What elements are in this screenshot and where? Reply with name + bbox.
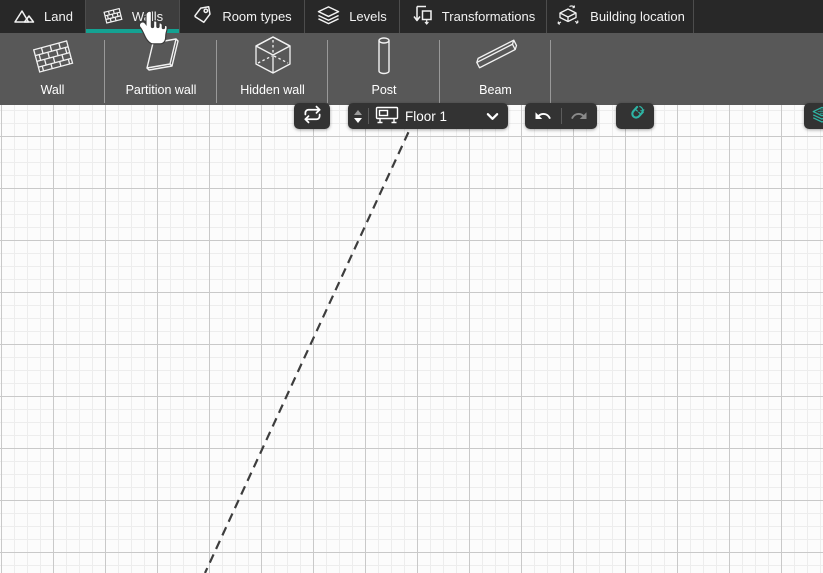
partition-wall-icon: [138, 35, 184, 77]
tab-walls[interactable]: Walls: [86, 0, 180, 33]
repeat-button[interactable]: [294, 103, 330, 129]
beam-icon: [472, 35, 520, 77]
dashed-guide-line: [205, 105, 421, 573]
tool-label: Hidden wall: [240, 83, 305, 97]
layers-icon: [317, 5, 340, 28]
tab-transformations[interactable]: Transformations: [400, 0, 547, 33]
floor-plan-app: Land Walls: [0, 0, 823, 573]
tab-land[interactable]: Land: [0, 0, 86, 33]
spinner-down-icon[interactable]: [354, 118, 362, 123]
spinner-up-icon[interactable]: [354, 110, 362, 115]
mountains-icon: [12, 7, 35, 27]
tool-beam[interactable]: Beam: [440, 33, 551, 105]
floorplan-canvas[interactable]: [0, 105, 823, 573]
building-location-icon: [555, 3, 581, 30]
tab-label: Transformations: [442, 9, 535, 24]
tool-wall[interactable]: Wall: [0, 33, 105, 105]
magnet-button[interactable]: [616, 103, 654, 129]
redo-button[interactable]: [562, 103, 598, 129]
tab-room-types[interactable]: Room types: [180, 0, 305, 33]
tool-label: Wall: [41, 83, 65, 97]
tool-label: Beam: [479, 83, 512, 97]
chevron-down-icon: [486, 109, 499, 124]
tab-label: Walls: [132, 9, 163, 24]
tool-hidden-wall[interactable]: Hidden wall: [217, 33, 328, 105]
walls-toolbar: Wall Partition wall: [0, 33, 823, 105]
divider: [368, 108, 369, 124]
post-icon: [361, 35, 407, 77]
undo-redo-group: [525, 103, 597, 129]
tab-label: Levels: [349, 9, 387, 24]
top-menu-bar: Land Walls: [0, 0, 823, 33]
tool-post[interactable]: Post: [328, 33, 440, 105]
tab-building-location[interactable]: Building location: [547, 0, 694, 33]
floor-selector[interactable]: Floor 1: [348, 103, 508, 129]
brick-wall-icon: [102, 5, 123, 28]
floor-spinner[interactable]: [354, 110, 362, 123]
undo-icon: [534, 107, 552, 125]
tool-label: Post: [371, 83, 396, 97]
floor-icon: [375, 106, 399, 127]
tab-label: Land: [44, 9, 73, 24]
magnet-icon: [625, 104, 646, 128]
hidden-wall-icon: [250, 35, 296, 77]
layers-icon: [812, 106, 823, 126]
tab-levels[interactable]: Levels: [305, 0, 400, 33]
tab-label: Room types: [222, 9, 291, 24]
tool-partition-wall[interactable]: Partition wall: [105, 33, 217, 105]
tool-label: Partition wall: [126, 83, 197, 97]
floor-selector-value: Floor 1: [405, 109, 480, 124]
guide-layer: [0, 105, 823, 573]
tab-label: Building location: [590, 9, 685, 24]
redo-icon: [570, 107, 588, 125]
repeat-icon: [303, 105, 322, 127]
tag-icon: [192, 5, 213, 28]
transform-axes-icon: [411, 3, 433, 30]
undo-button[interactable]: [525, 103, 561, 129]
wall-icon: [30, 35, 76, 77]
layers-button[interactable]: [804, 103, 823, 129]
